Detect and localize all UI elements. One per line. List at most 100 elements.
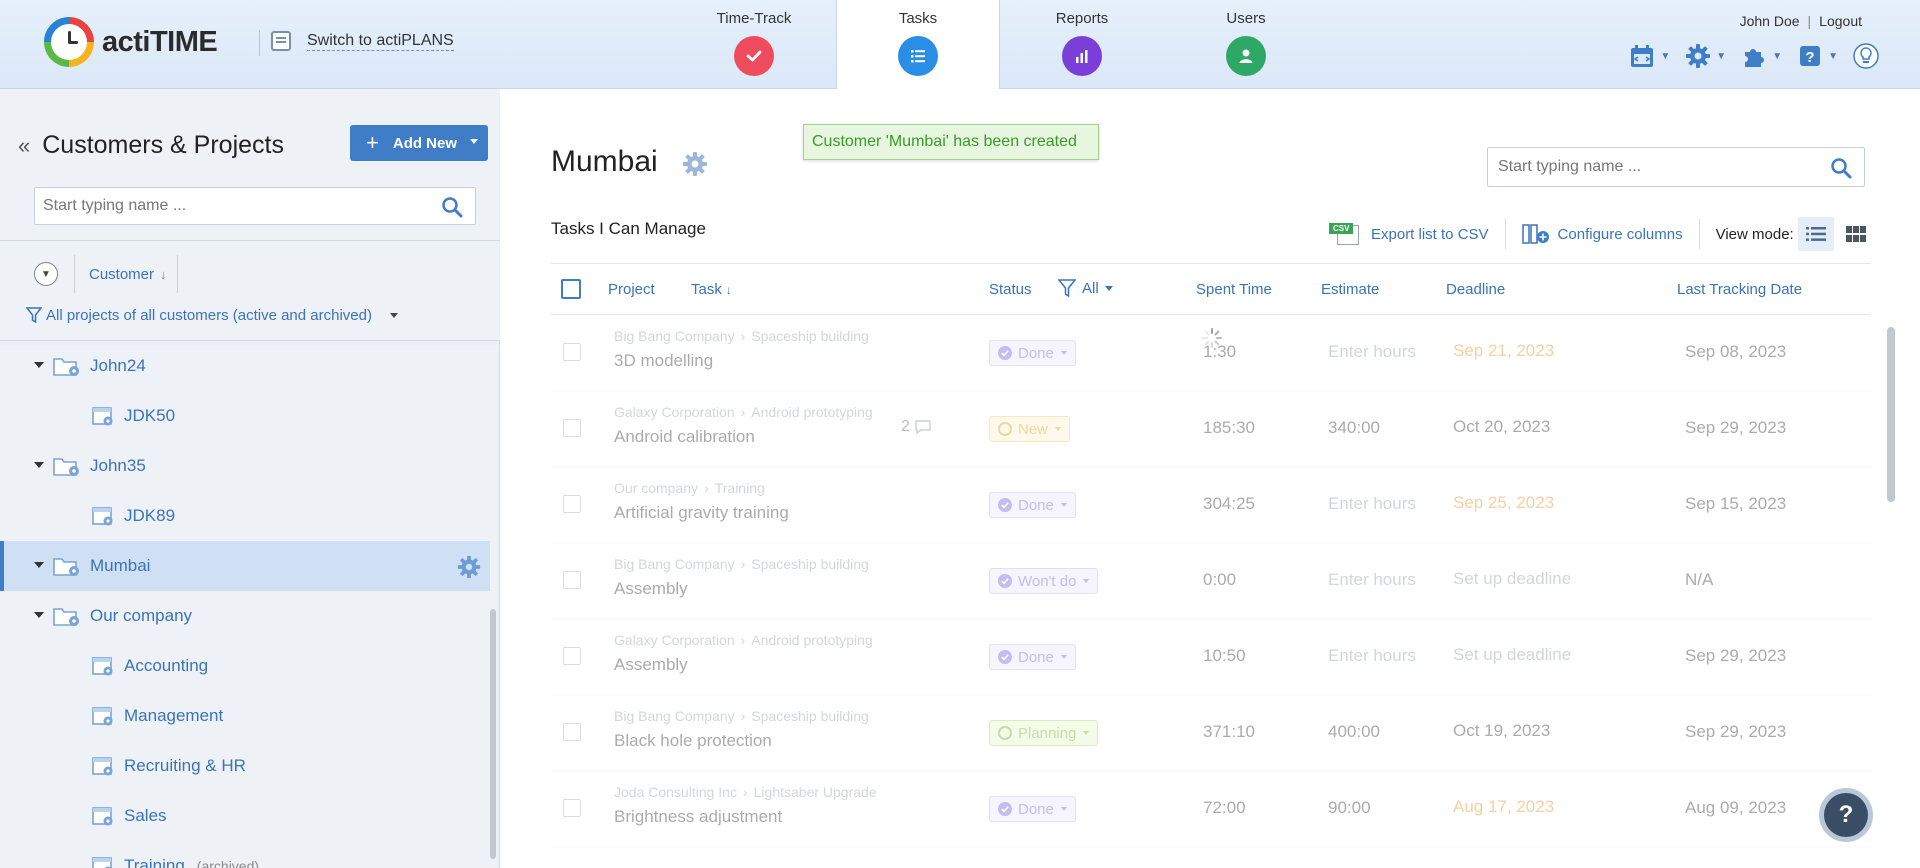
search-icon[interactable] xyxy=(1830,157,1852,179)
expand-all-toggle[interactable]: ▼ xyxy=(34,262,58,286)
row-checkbox[interactable] xyxy=(563,723,581,741)
sidebar-scrollbar[interactable] xyxy=(490,609,496,859)
task-row[interactable]: Joda Consulting Inc › Lightsaber Upgrade B… xyxy=(551,771,1871,847)
caret-down-icon xyxy=(1083,579,1090,583)
tree-project[interactable]: JDK50 xyxy=(0,391,490,441)
estimate-field[interactable]: Enter hours xyxy=(1328,570,1416,590)
tree-project[interactable]: Training (archived) xyxy=(0,841,490,868)
help-button[interactable]: ? xyxy=(1824,793,1868,837)
tree-customer[interactable]: Mumbai xyxy=(0,541,490,591)
list-view-icon xyxy=(1805,227,1826,241)
sort-by-customer[interactable]: Customer ↓ xyxy=(89,266,167,283)
expand-toggle-icon[interactable] xyxy=(34,462,44,468)
task-name[interactable]: Android calibration xyxy=(614,427,755,447)
status-dropdown[interactable]: Won't do xyxy=(989,568,1099,594)
configure-columns-button[interactable]: Configure columns xyxy=(1521,223,1683,245)
export-csv-button[interactable]: CSV Export list to CSV xyxy=(1329,223,1489,245)
status-dropdown[interactable]: Done xyxy=(989,796,1076,822)
addons-menu[interactable]: ▼ xyxy=(1740,42,1782,70)
task-name[interactable]: 3D modelling xyxy=(614,351,713,371)
collapse-sidebar-icon[interactable]: « xyxy=(18,133,30,159)
sidebar-search-input[interactable]: Start typing name ... xyxy=(34,187,476,225)
task-name[interactable]: Brightness adjustment xyxy=(614,807,782,827)
user-name[interactable]: John Doe xyxy=(1740,13,1800,29)
status-dropdown[interactable]: Done xyxy=(989,492,1076,518)
search-icon[interactable] xyxy=(441,196,463,218)
deadline-field[interactable]: Aug 17, 2023 xyxy=(1453,797,1554,817)
task-name[interactable]: Black hole protection xyxy=(614,731,772,751)
tree-project[interactable]: Accounting xyxy=(0,641,490,691)
settings-menu[interactable]: ▼ xyxy=(1684,42,1726,70)
status-dropdown[interactable]: New xyxy=(989,416,1071,442)
estimate-field[interactable]: Enter hours xyxy=(1328,342,1416,362)
status-dropdown[interactable]: Done xyxy=(989,644,1076,670)
tree-project[interactable]: Recruiting & HR xyxy=(0,741,490,791)
calendar-menu[interactable]: ▼ xyxy=(1628,42,1670,70)
col-spent-time[interactable]: Spent Time xyxy=(1196,281,1272,298)
estimate-field[interactable]: Enter hours xyxy=(1328,646,1416,666)
tree-item-label: JDK89 xyxy=(124,506,176,525)
col-last-tracking-date[interactable]: Last Tracking Date xyxy=(1677,281,1802,298)
estimate-field[interactable]: 400:00 xyxy=(1328,722,1380,742)
logout-link[interactable]: Logout xyxy=(1819,13,1862,29)
estimate-field[interactable]: 340:00 xyxy=(1328,418,1380,438)
grid-view-button[interactable] xyxy=(1838,217,1874,251)
deadline-field[interactable]: Sep 25, 2023 xyxy=(1453,493,1554,513)
main-scrollbar[interactable] xyxy=(1887,327,1895,502)
task-name[interactable]: Assembly xyxy=(614,655,688,675)
expand-toggle-icon[interactable] xyxy=(34,612,44,618)
status-dropdown[interactable]: Done xyxy=(989,340,1076,366)
deadline-field[interactable]: Set up deadline xyxy=(1453,645,1571,665)
task-row[interactable]: Big Bang Company › Spaceship building Asse… xyxy=(551,543,1871,619)
task-search-input[interactable]: Start typing name ... xyxy=(1487,147,1865,187)
col-deadline[interactable]: Deadline xyxy=(1446,281,1505,298)
help-menu[interactable]: ? ▼ xyxy=(1796,42,1838,70)
deadline-field[interactable]: Sep 21, 2023 xyxy=(1453,341,1554,361)
deadline-field[interactable]: Oct 20, 2023 xyxy=(1453,417,1550,437)
expand-toggle-icon[interactable] xyxy=(34,362,44,368)
col-estimate[interactable]: Estimate xyxy=(1321,281,1379,298)
nav-tab-time-track[interactable]: Time-Track xyxy=(672,0,836,89)
col-task[interactable]: Task ↓ xyxy=(691,281,732,298)
row-checkbox[interactable] xyxy=(563,647,581,665)
nav-tab-tasks[interactable]: Tasks xyxy=(836,0,1000,90)
estimate-field[interactable]: 90:00 xyxy=(1328,798,1371,818)
estimate-field[interactable]: Enter hours xyxy=(1328,494,1416,514)
task-row[interactable]: Galaxy Corporation › Android prototyping A… xyxy=(551,391,1871,467)
deadline-field[interactable]: Set up deadline xyxy=(1453,569,1571,589)
list-view-button[interactable] xyxy=(1797,217,1834,251)
tree-project[interactable]: Sales xyxy=(0,791,490,841)
tree-customer[interactable]: John35 xyxy=(0,441,490,491)
col-project[interactable]: Project xyxy=(608,281,655,298)
row-checkbox[interactable] xyxy=(563,419,581,437)
status-filter-dropdown[interactable]: All xyxy=(1058,278,1113,298)
actitime-logo[interactable]: actiTIME xyxy=(44,17,218,67)
customer-settings-gear-icon[interactable] xyxy=(456,554,482,580)
row-checkbox[interactable] xyxy=(563,571,581,589)
deadline-field[interactable]: Oct 19, 2023 xyxy=(1453,721,1550,741)
task-row[interactable]: Our company › Training Artificial gravity … xyxy=(551,467,1871,543)
row-checkbox[interactable] xyxy=(563,495,581,513)
project-filter-dropdown[interactable]: All projects of all customers (active an… xyxy=(26,306,398,324)
row-checkbox[interactable] xyxy=(563,799,581,817)
task-name[interactable]: Assembly xyxy=(614,579,688,599)
add-new-button[interactable]: + Add New xyxy=(350,125,488,161)
comments-counter[interactable]: 2 xyxy=(901,418,932,436)
switch-to-actiplans-link[interactable]: Switch to actiPLANS xyxy=(271,31,454,51)
expand-toggle-icon[interactable] xyxy=(34,562,44,568)
customer-settings-gear-icon[interactable] xyxy=(681,150,709,178)
status-dropdown[interactable]: Planning xyxy=(989,720,1099,746)
task-row[interactable]: Galaxy Corporation › Android prototyping A… xyxy=(551,619,1871,695)
row-checkbox[interactable] xyxy=(563,343,581,361)
task-name[interactable]: Artificial gravity training xyxy=(614,503,789,523)
tree-project[interactable]: Management xyxy=(0,691,490,741)
nav-tab-reports[interactable]: Reports xyxy=(1000,0,1164,89)
nav-tab-users[interactable]: Users xyxy=(1164,0,1328,89)
col-status[interactable]: Status xyxy=(989,281,1032,298)
tree-customer[interactable]: John24 xyxy=(0,341,490,391)
ideas-button[interactable] xyxy=(1852,42,1880,70)
task-row[interactable]: Big Bang Company › Spaceship building Blac… xyxy=(551,695,1871,771)
select-all-checkbox[interactable] xyxy=(561,279,581,299)
tree-customer[interactable]: Our company xyxy=(0,591,490,641)
tree-project[interactable]: JDK89 xyxy=(0,491,490,541)
